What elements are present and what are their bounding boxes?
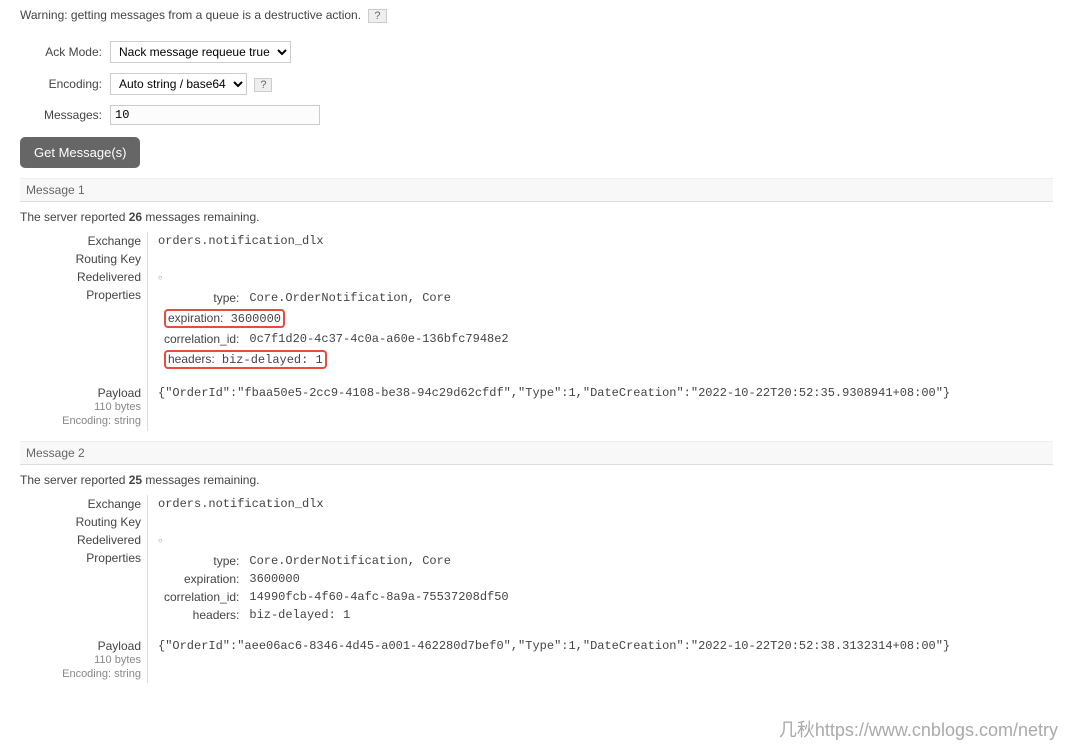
message-details: Exchange orders.notification_dlx Routing… (20, 232, 1053, 431)
payload-encoding: Encoding: string (26, 667, 141, 681)
properties-value: type:Core.OrderNotification, Core expira… (148, 286, 1054, 374)
message-header: Message 1 (20, 178, 1053, 202)
payload-encoding: Encoding: string (26, 414, 141, 428)
routing-key-label: Routing Key (20, 250, 148, 268)
payload-value: {"OrderId":"fbaa50e5-2cc9-4108-be38-94c2… (148, 374, 1054, 431)
exchange-label: Exchange (20, 232, 148, 250)
exchange-value: orders.notification_dlx (148, 232, 1054, 250)
warning-text: Warning: getting messages from a queue i… (20, 8, 1053, 23)
exchange-value: orders.notification_dlx (148, 495, 1054, 513)
routing-key-label: Routing Key (20, 513, 148, 531)
remaining-text: The server reported 25 messages remainin… (20, 473, 1053, 487)
get-messages-form: Ack Mode: Nack message requeue true Enco… (20, 35, 328, 131)
payload-size: 110 bytes (26, 653, 141, 667)
help-icon[interactable]: ? (368, 9, 386, 23)
properties-label: Properties (20, 286, 148, 374)
routing-key-value (148, 513, 1054, 531)
redelivered-value: ○ (148, 531, 1054, 549)
payload-label: Payload (26, 639, 141, 653)
encoding-label: Encoding: (22, 69, 108, 99)
payload-size: 110 bytes (26, 400, 141, 414)
watermark: 几秋https://www.cnblogs.com/netry (779, 716, 1058, 742)
exchange-label: Exchange (20, 495, 148, 513)
messages-label: Messages: (22, 101, 108, 129)
payload-label: Payload (26, 386, 141, 400)
messages-input[interactable] (110, 105, 320, 125)
ack-mode-select[interactable]: Nack message requeue true (110, 41, 291, 63)
help-icon[interactable]: ? (254, 78, 272, 92)
ack-mode-label: Ack Mode: (22, 37, 108, 67)
properties-label: Properties (20, 549, 148, 627)
get-messages-button[interactable]: Get Message(s) (20, 137, 140, 168)
message-header: Message 2 (20, 441, 1053, 465)
routing-key-value (148, 250, 1054, 268)
redelivered-label: Redelivered (20, 268, 148, 286)
payload-value: {"OrderId":"aee06ac6-8346-4d45-a001-4622… (148, 627, 1054, 684)
properties-value: type:Core.OrderNotification, Core expira… (148, 549, 1054, 627)
message-details: Exchange orders.notification_dlx Routing… (20, 495, 1053, 684)
encoding-select[interactable]: Auto string / base64 (110, 73, 247, 95)
redelivered-label: Redelivered (20, 531, 148, 549)
remaining-text: The server reported 26 messages remainin… (20, 210, 1053, 224)
redelivered-value: ○ (148, 268, 1054, 286)
